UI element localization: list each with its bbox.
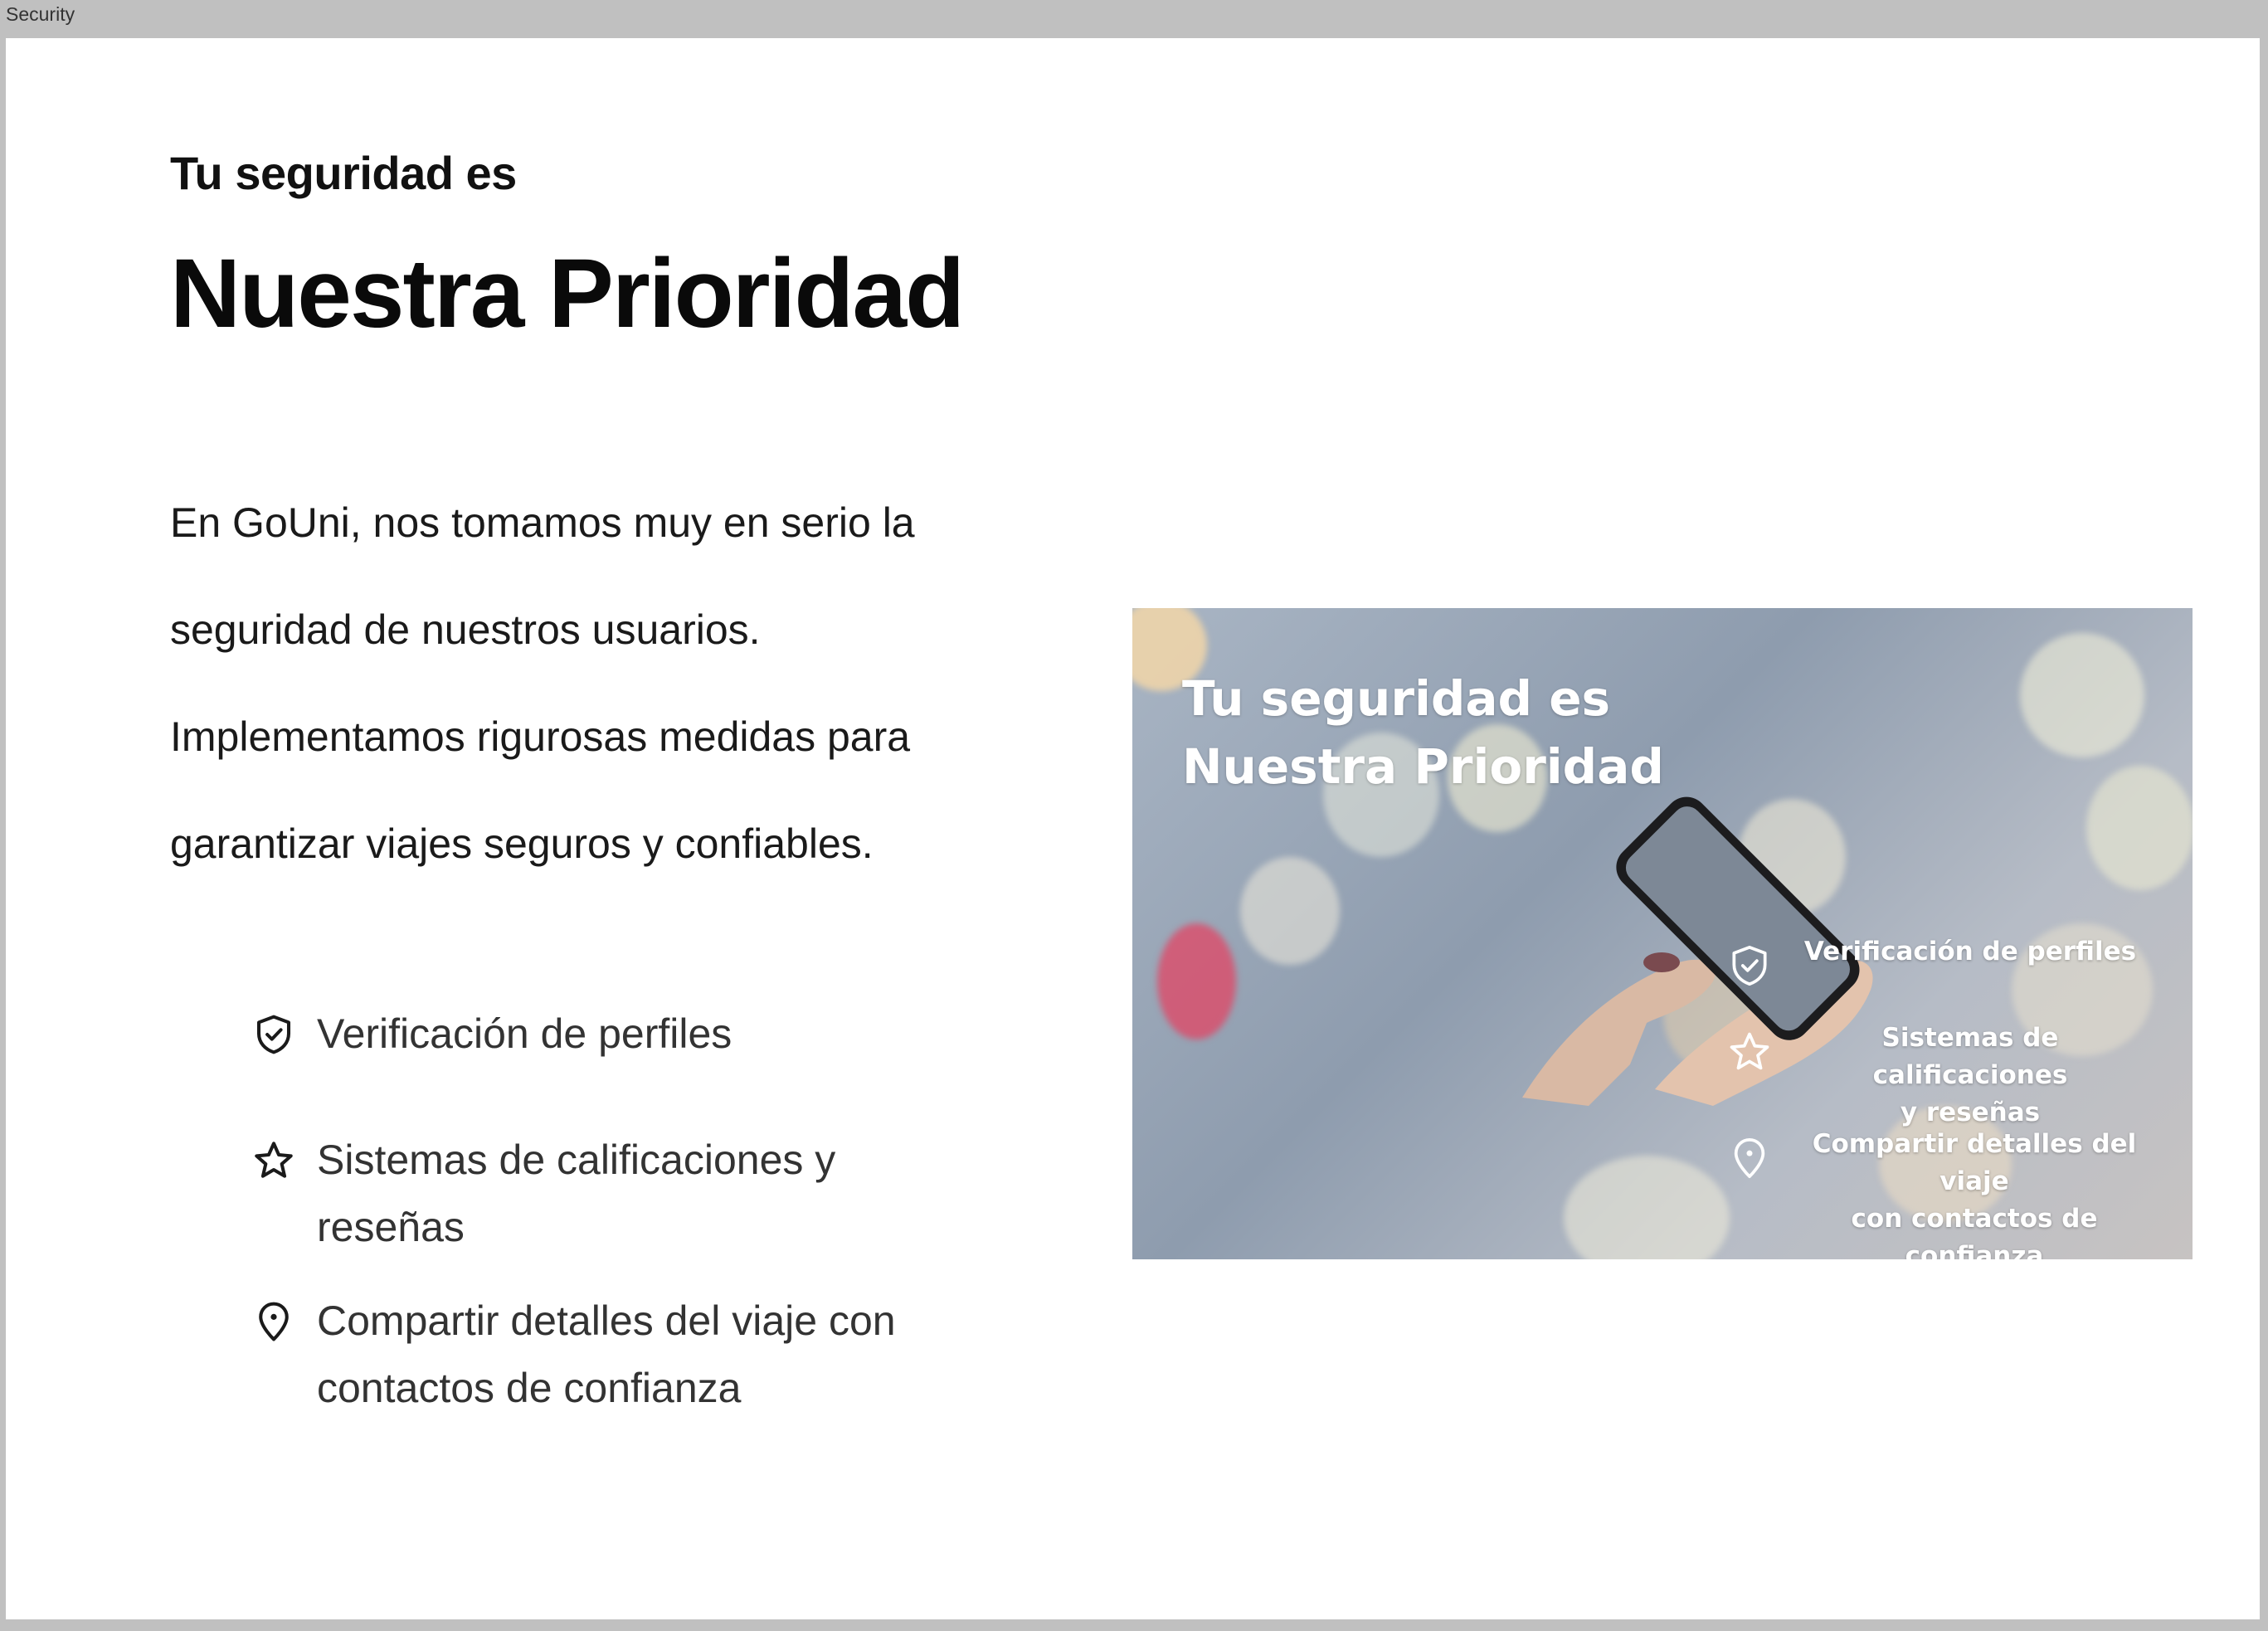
intro-line: En GoUni, nos tomamos muy en serio la bbox=[170, 499, 915, 546]
hero-title-line: Tu seguridad es bbox=[1182, 670, 1611, 727]
feature-label: Verificación de perfiles bbox=[317, 1010, 732, 1057]
security-page: Tu seguridad es Nuestra Prioridad En GoU… bbox=[6, 38, 2260, 1619]
window-titlebar: Security bbox=[0, 0, 2268, 37]
window-title: Security bbox=[6, 3, 75, 25]
hero-item-label: Sistemas de calificaciones bbox=[1872, 1023, 2068, 1090]
shield-check-icon bbox=[1726, 942, 1773, 989]
shield-check-icon bbox=[251, 1012, 296, 1057]
hero-item-ratings-reviews: Sistemas de calificaciones y reseñas bbox=[1788, 1020, 2153, 1132]
intro-line: garantizar viajes seguros y confiables. bbox=[170, 820, 874, 867]
page-title: Nuestra Prioridad bbox=[170, 239, 965, 348]
hero-item-label: Verificación de perfiles bbox=[1803, 937, 2137, 966]
intro-paragraph: En GoUni, nos tomamos muy en serio la se… bbox=[170, 470, 966, 898]
intro-line: Implementamos rigurosas medidas para bbox=[170, 713, 911, 760]
hero-item-share-trip: Compartir detalles del viaje con contact… bbox=[1788, 1126, 2161, 1259]
hero-item-profile-verification: Verificación de perfiles bbox=[1796, 933, 2144, 971]
hero-title: Tu seguridad es Nuestra Prioridad bbox=[1182, 665, 1664, 801]
feature-label: Sistemas de calificaciones y reseñas bbox=[317, 1137, 836, 1250]
star-icon bbox=[251, 1138, 296, 1183]
map-pin-icon bbox=[1726, 1135, 1773, 1181]
map-pin-icon bbox=[251, 1299, 296, 1344]
page-kicker: Tu seguridad es bbox=[170, 147, 517, 199]
hero-image: Tu seguridad es Nuestra Prioridad Verifi… bbox=[1132, 608, 2193, 1259]
hero-item-label: Compartir detalles del viaje bbox=[1812, 1129, 2137, 1196]
star-icon bbox=[1726, 1029, 1773, 1075]
intro-line: seguridad de nuestros usuarios. bbox=[170, 606, 761, 653]
hero-item-label: con contactos de confianza bbox=[1851, 1204, 2098, 1259]
hero-title-line: Nuestra Prioridad bbox=[1182, 738, 1664, 795]
feature-label: Compartir detalles del viaje con contact… bbox=[317, 1297, 896, 1411]
